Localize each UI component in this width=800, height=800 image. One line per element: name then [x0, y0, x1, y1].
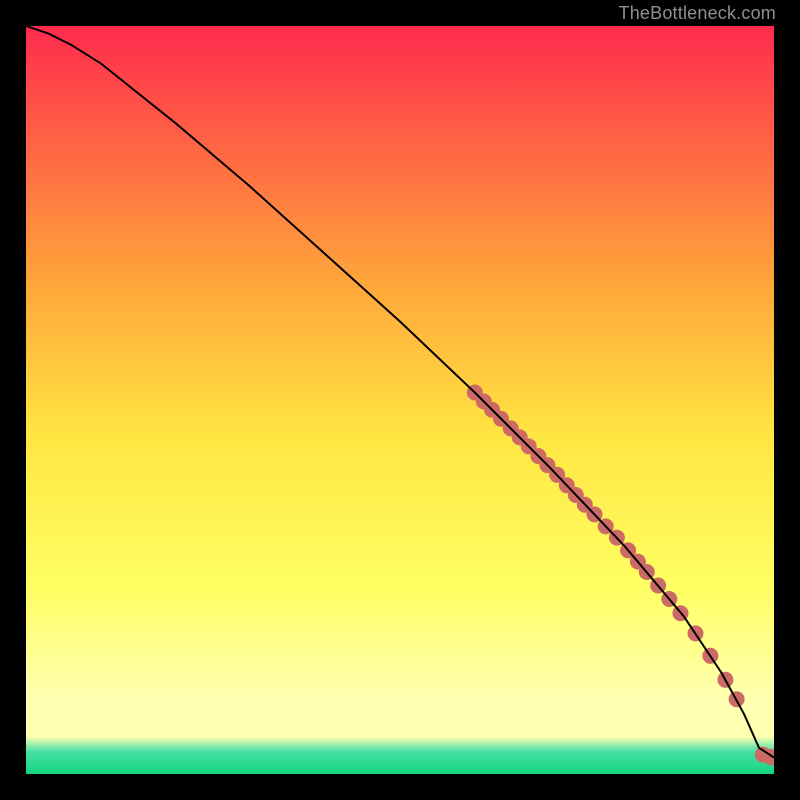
chart-svg	[26, 26, 774, 774]
gradient-background	[26, 26, 774, 774]
chart-area	[26, 26, 774, 774]
attribution-text: TheBottleneck.com	[619, 3, 776, 24]
